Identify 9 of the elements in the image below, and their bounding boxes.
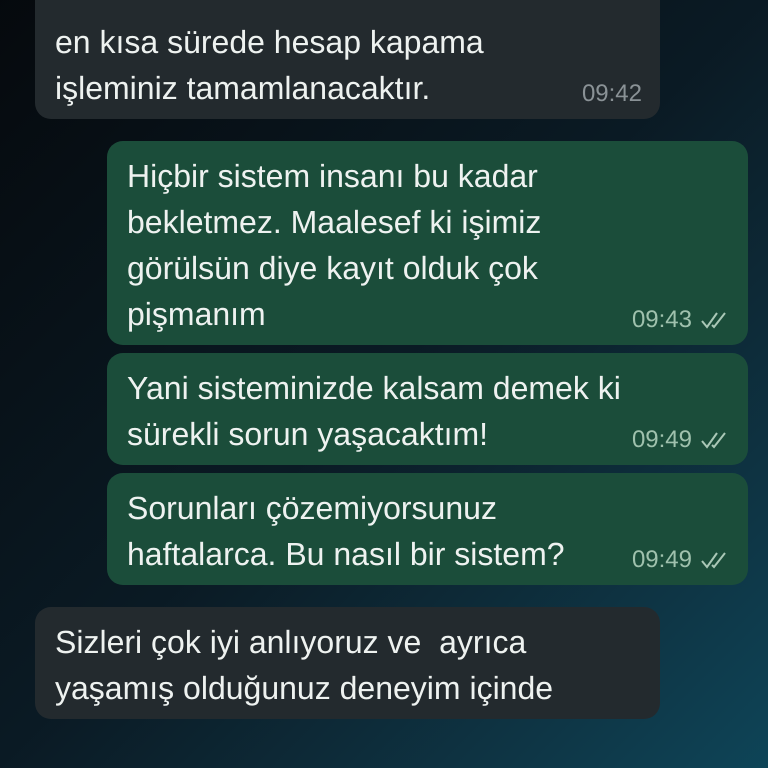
message-time: 09:49 — [632, 545, 692, 575]
message-text: Sorunları çözemiyorsunuz haftalarca. Bu nasıl bir sistem? — [127, 490, 565, 572]
message-text: Yani sisteminizde kalsam demek ki sürekli sorun yaşacaktım! — [127, 370, 621, 452]
message-text: Sizleri çok iyi anlıyoruz ve ayrıca yaşamış olduğunuz deneyim içinde — [55, 624, 554, 706]
message-text: Hiçbir sistem insanı bu kadar bekletmez. Maalesef ki işimiz görülsün diye kayıt olduk çok pişmanım — [127, 158, 542, 332]
message-time: 09:49 — [632, 425, 692, 455]
message-time: 09:42 — [582, 79, 642, 109]
message-time: 09:43 — [632, 305, 692, 335]
message-text: en kısa sürede hesap kapama işleminiz tamamlanacaktır. — [55, 24, 484, 106]
